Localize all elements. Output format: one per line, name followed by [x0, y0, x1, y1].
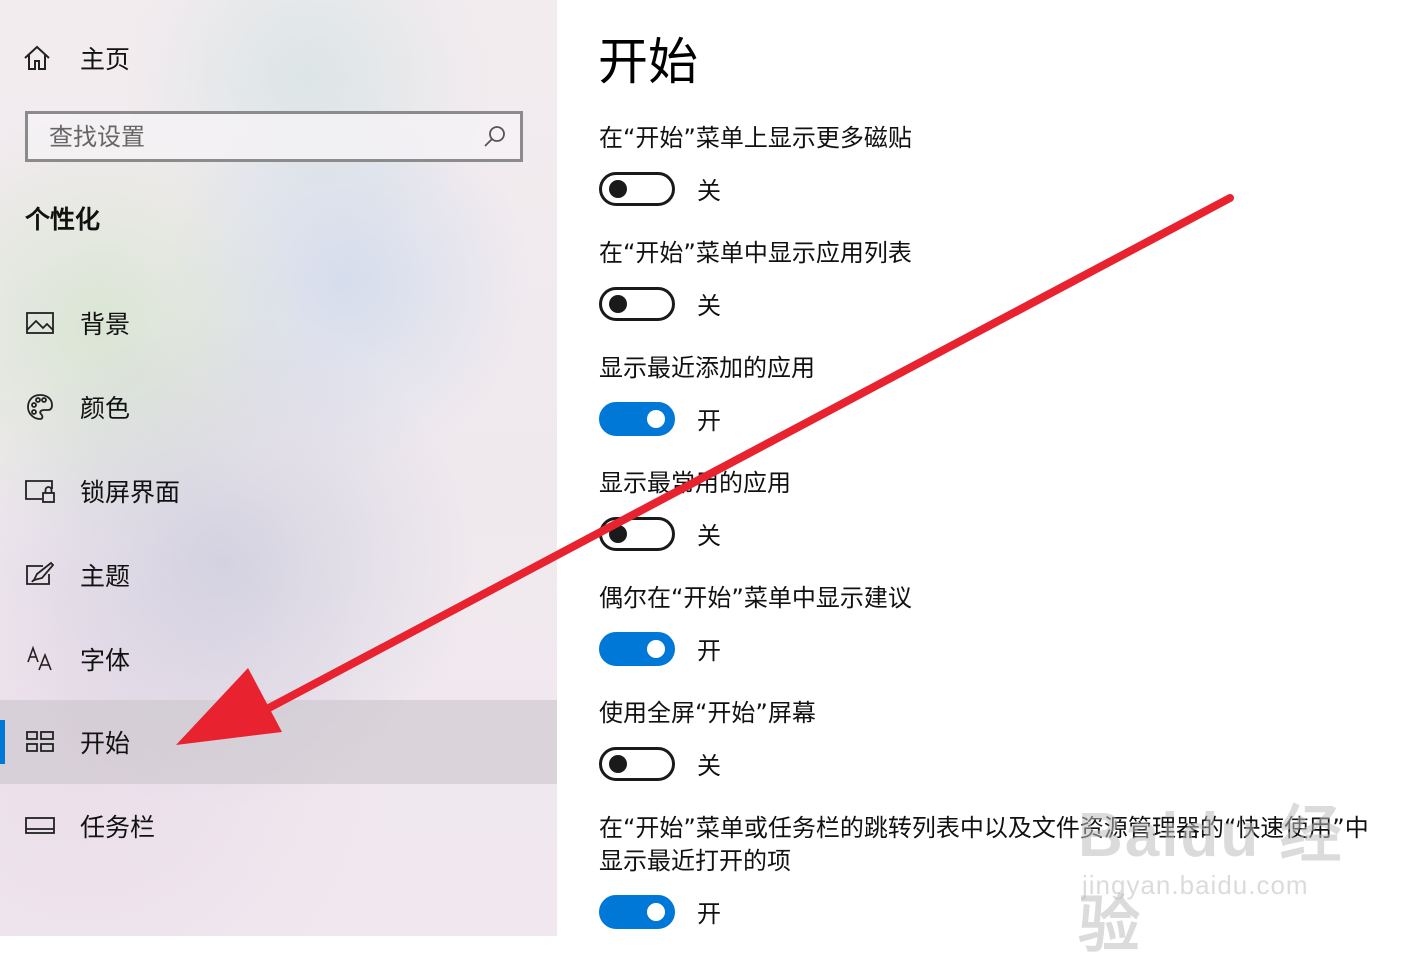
- font-icon: [24, 643, 56, 675]
- sidebar-item-label: 开始: [80, 729, 131, 758]
- sidebar-item-taskbar[interactable]: 任务栏: [0, 784, 557, 868]
- toggle-switch[interactable]: [599, 401, 675, 436]
- setting-label: 在“开始”菜单中显示应用列表: [599, 239, 912, 267]
- sidebar-item-start[interactable]: 开始: [0, 700, 557, 784]
- sidebar-item-label: 字体: [80, 646, 131, 675]
- toggle-switch[interactable]: [599, 516, 675, 551]
- sidebar-item-lock-screen[interactable]: 锁屏界面: [0, 449, 557, 533]
- theme-brush-icon: [24, 559, 56, 591]
- sidebar-item-label: 颜色: [80, 394, 131, 423]
- toggle-state: 关: [697, 292, 721, 320]
- toggle-state: 关: [697, 177, 721, 205]
- toggle-state: 开: [697, 900, 721, 928]
- setting-more-tiles: 在“开始”菜单上显示更多磁贴 关: [599, 122, 1389, 206]
- page-title: 开始: [598, 33, 698, 91]
- sidebar-item-label: 背景: [80, 310, 131, 339]
- sidebar-item-fonts[interactable]: 字体: [0, 617, 557, 701]
- home-icon: [22, 39, 60, 77]
- setting-label: 显示最常用的应用: [599, 469, 791, 497]
- toggle-knob: [609, 294, 627, 313]
- toggle-state: 开: [697, 407, 721, 435]
- toggle-knob: [609, 524, 627, 543]
- sidebar-item-background[interactable]: 背景: [0, 281, 557, 365]
- setting-label: 在“开始”菜单上显示更多磁贴: [599, 124, 912, 152]
- picture-icon: [24, 307, 56, 339]
- setting-full-screen: 使用全屏“开始”屏幕 关: [599, 697, 1389, 781]
- toggle-state: 开: [697, 637, 721, 665]
- section-title: 个性化: [25, 205, 101, 234]
- taskbar-icon: [24, 810, 56, 842]
- toggle-knob: [609, 754, 627, 773]
- toggle-knob: [647, 639, 665, 658]
- toggle-state: 关: [697, 752, 721, 780]
- home-label: 主页: [80, 45, 131, 74]
- toggle-switch[interactable]: [599, 286, 675, 321]
- toggle-switch[interactable]: [599, 746, 675, 781]
- setting-suggestions: 偶尔在“开始”菜单中显示建议 开: [599, 582, 1389, 666]
- toggle-switch[interactable]: [599, 171, 675, 206]
- start-grid-icon: [24, 726, 56, 758]
- sidebar: 主页 个性化 背景: [0, 0, 557, 936]
- toggle-switch[interactable]: [599, 631, 675, 666]
- setting-label: 在“开始”菜单或任务栏的跳转列表中以及文件资源管理器的“快速使用”中显示最近打开…: [599, 814, 1369, 875]
- search-icon[interactable]: [482, 124, 508, 150]
- setting-label: 偶尔在“开始”菜单中显示建议: [599, 584, 912, 612]
- setting-label: 显示最近添加的应用: [599, 354, 815, 382]
- selection-indicator: [0, 720, 5, 764]
- sidebar-item-label: 主题: [80, 562, 131, 591]
- toggle-switch[interactable]: [599, 894, 675, 929]
- sidebar-item-themes[interactable]: 主题: [0, 533, 557, 617]
- search-input[interactable]: [47, 121, 471, 152]
- toggle-knob: [647, 409, 665, 428]
- palette-icon: [24, 391, 56, 423]
- setting-most-used: 显示最常用的应用 关: [599, 467, 1389, 551]
- search-box[interactable]: [25, 111, 523, 162]
- setting-app-list: 在“开始”菜单中显示应用列表 关: [599, 237, 1389, 321]
- toggle-knob: [609, 179, 627, 198]
- toggle-state: 关: [697, 522, 721, 550]
- home-link[interactable]: 主页: [22, 36, 322, 80]
- sidebar-item-colors[interactable]: 颜色: [0, 365, 557, 449]
- toggle-knob: [647, 902, 665, 921]
- sidebar-item-label: 锁屏界面: [80, 478, 181, 507]
- sidebar-item-label: 任务栏: [80, 813, 156, 842]
- setting-recent-items: 在“开始”菜单或任务栏的跳转列表中以及文件资源管理器的“快速使用”中显示最近打开…: [599, 812, 1379, 929]
- lock-screen-icon: [24, 475, 56, 507]
- setting-label: 使用全屏“开始”屏幕: [599, 699, 816, 727]
- setting-recently-added: 显示最近添加的应用 开: [599, 352, 1389, 436]
